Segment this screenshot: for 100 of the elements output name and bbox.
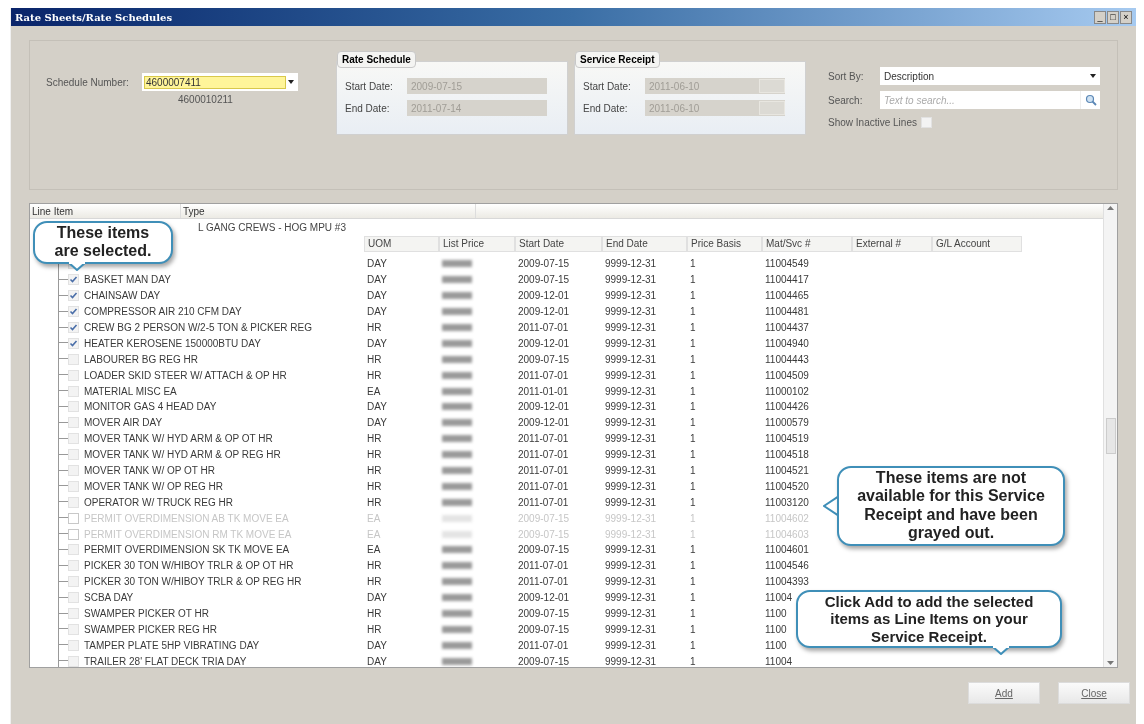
redacted-price bbox=[442, 467, 472, 474]
table-cell: 1 bbox=[690, 592, 696, 604]
checkbox[interactable] bbox=[68, 465, 79, 476]
scroll-up-icon[interactable] bbox=[1107, 206, 1114, 210]
column-header[interactable]: G/L Account bbox=[932, 236, 1022, 252]
dialog-button[interactable]: Add bbox=[968, 682, 1040, 704]
checkbox[interactable] bbox=[68, 608, 79, 620]
table-cell: DAY bbox=[367, 274, 387, 286]
checkbox[interactable] bbox=[68, 576, 79, 588]
table-cell: 1 bbox=[690, 369, 696, 381]
checkbox[interactable] bbox=[68, 560, 79, 572]
column-header[interactable]: Start Date bbox=[515, 236, 602, 252]
column-header[interactable]: List Price bbox=[439, 236, 515, 252]
checkbox[interactable] bbox=[920, 117, 932, 128]
table-cell: 11003120 bbox=[765, 496, 809, 508]
table-cell: 11004426 bbox=[765, 401, 809, 413]
table-cell: 2011-07-01 bbox=[518, 465, 569, 476]
dropdown-arrow-icon[interactable] bbox=[288, 80, 294, 84]
table-cell: 11004443 bbox=[765, 353, 809, 365]
checkbox[interactable] bbox=[68, 337, 79, 349]
sort-dropdown[interactable]: Description bbox=[880, 67, 1100, 85]
table-cell: DAY bbox=[367, 290, 387, 302]
column-header[interactable]: Mat/Svc # bbox=[762, 236, 852, 252]
checkbox[interactable] bbox=[68, 496, 79, 508]
item-description: SWAMPER PICKER OT HR bbox=[84, 608, 209, 620]
table-cell: HR bbox=[367, 369, 382, 381]
checkbox-label: Show Inactive Lines bbox=[828, 116, 917, 130]
item-description: SWAMPER PICKER REG HR bbox=[84, 623, 217, 635]
item-description: MOVER TANK W/ OP REG HR bbox=[84, 480, 223, 492]
callout-pointer bbox=[991, 645, 1011, 655]
column-header[interactable]: End Date bbox=[602, 236, 687, 252]
table-cell: 9999-12-31 bbox=[605, 496, 657, 508]
table-cell: 11004519 bbox=[765, 433, 809, 445]
dialog-button[interactable]: Close bbox=[1058, 682, 1130, 704]
checkbox[interactable] bbox=[68, 433, 79, 445]
spinner-icon[interactable] bbox=[759, 101, 785, 115]
column-header[interactable]: Line Item bbox=[30, 204, 180, 218]
spinner-icon[interactable] bbox=[759, 79, 785, 93]
checkbox[interactable] bbox=[68, 639, 79, 651]
checkbox[interactable] bbox=[68, 322, 79, 333]
table-cell: HR bbox=[367, 353, 382, 365]
window-control[interactable]: □ bbox=[1107, 10, 1119, 24]
dropdown-arrow-icon[interactable] bbox=[1090, 74, 1096, 78]
scrollbar[interactable] bbox=[1103, 204, 1117, 667]
schedule-value: 4600007411 bbox=[144, 75, 286, 89]
scroll-thumb[interactable] bbox=[1105, 417, 1116, 454]
checkbox[interactable] bbox=[68, 623, 79, 635]
table-cell: 2011-07-01 bbox=[518, 496, 569, 508]
table-cell: 9999-12-31 bbox=[605, 401, 657, 413]
item-description: PICKER 30 TON W/HIBOY TRLR & OP OT HR bbox=[84, 560, 294, 572]
table-cell: 2011-07-01 bbox=[518, 322, 569, 333]
group-title: Rate Schedule bbox=[337, 51, 416, 68]
checkbox[interactable] bbox=[68, 353, 79, 365]
table-cell: 1 bbox=[690, 608, 696, 620]
table-cell: 2009-12-01 bbox=[518, 401, 570, 413]
column-header[interactable]: Price Basis bbox=[687, 236, 762, 252]
table-cell: 1 bbox=[690, 337, 696, 349]
column-header[interactable]: Type bbox=[180, 204, 475, 218]
checkbox[interactable] bbox=[68, 401, 79, 413]
table-cell: 9999-12-31 bbox=[605, 528, 657, 540]
column-header[interactable]: External # bbox=[852, 236, 932, 252]
redacted-price bbox=[442, 641, 472, 649]
search-field[interactable]: Text to search... bbox=[880, 91, 1080, 109]
checkbox[interactable] bbox=[68, 449, 79, 461]
table-cell: DAY bbox=[367, 417, 387, 429]
table-cell: DAY bbox=[367, 592, 387, 604]
item-description: MONITOR GAS 4 HEAD DAY bbox=[84, 401, 217, 413]
item-description: MOVER TANK W/ OP OT HR bbox=[84, 465, 215, 476]
column-header[interactable]: UOM bbox=[364, 236, 439, 252]
table-cell: 2009-12-01 bbox=[518, 306, 570, 318]
table-cell: 1 bbox=[690, 258, 696, 270]
table-cell: 9999-12-31 bbox=[605, 592, 657, 604]
checkbox[interactable] bbox=[68, 274, 79, 286]
schedule-combo[interactable]: 4600007411 bbox=[142, 73, 298, 91]
table-cell: 9999-12-31 bbox=[605, 512, 657, 524]
scroll-down-icon[interactable] bbox=[1107, 661, 1114, 665]
redacted-price bbox=[442, 451, 472, 459]
checkbox[interactable] bbox=[68, 655, 79, 667]
checkbox[interactable] bbox=[68, 417, 79, 429]
checkbox[interactable] bbox=[68, 544, 79, 556]
window-control[interactable]: × bbox=[1120, 10, 1132, 24]
table-cell: 2011-07-01 bbox=[518, 576, 569, 588]
search-icon[interactable] bbox=[1084, 94, 1097, 106]
checkbox[interactable] bbox=[68, 290, 79, 302]
search-button[interactable] bbox=[1080, 91, 1100, 109]
checkbox[interactable] bbox=[68, 369, 79, 381]
checkbox[interactable] bbox=[68, 385, 79, 397]
field-label: End Date: bbox=[583, 101, 629, 116]
item-description: CREW BG 2 PERSON W/2-5 TON & PICKER REG bbox=[84, 322, 312, 333]
item-description: COMPRESSOR AIR 210 CFM DAY bbox=[84, 306, 242, 318]
table-cell: 1 bbox=[690, 401, 696, 413]
table-cell: DAY bbox=[367, 258, 387, 270]
window-control[interactable]: _ bbox=[1094, 10, 1106, 24]
checkbox[interactable] bbox=[68, 306, 79, 318]
checkbox[interactable] bbox=[68, 592, 79, 604]
callout-bubble: These items are selected. bbox=[33, 221, 173, 264]
checkbox[interactable] bbox=[68, 480, 79, 492]
table-cell: 2011-07-01 bbox=[518, 433, 569, 445]
item-description: TAMPER PLATE 5HP VIBRATING DAY bbox=[84, 639, 260, 651]
table-cell: EA bbox=[367, 528, 381, 540]
